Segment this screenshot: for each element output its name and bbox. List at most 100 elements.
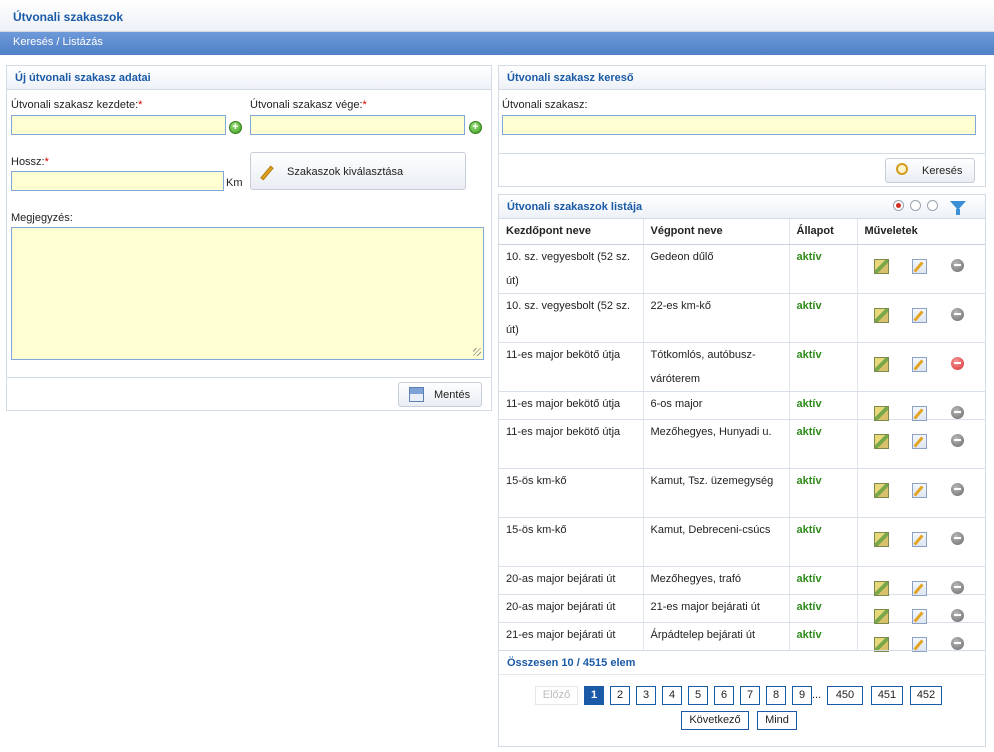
table-row: 10. sz. vegyesbolt (52 sz. út) 22-es km-k…: [499, 293, 985, 343]
cell-status: aktív: [789, 517, 858, 567]
search-field-label: Útvonali szakasz:: [502, 99, 588, 111]
delete-icon[interactable]: [950, 307, 964, 321]
pagination: Előző 1 2 3 4 5 6 7 8 9... 450 451 452 Következő Mind: [499, 677, 985, 737]
cell-end: Mezőhegyes, trafó: [643, 566, 790, 595]
cell-status: aktív: [789, 622, 858, 651]
cell-status: aktív: [789, 391, 858, 420]
breadcrumb: Keresés / Listázás: [0, 32, 994, 55]
list-panel: Útvonali szakaszok listája Kezdőpont nev…: [498, 194, 986, 747]
edit-icon[interactable]: [911, 482, 927, 498]
page-button-451[interactable]: 451: [871, 686, 903, 705]
edit-icon[interactable]: [911, 433, 927, 449]
delete-icon[interactable]: [950, 482, 964, 496]
cell-status: aktív: [789, 293, 858, 343]
save-button[interactable]: Mentés: [398, 382, 482, 407]
add-start-icon[interactable]: +: [229, 121, 242, 134]
cell-actions: [857, 468, 985, 518]
cell-actions: [857, 391, 985, 421]
map-icon[interactable]: [873, 531, 889, 547]
table-row: 11-es major bekötő útja 6-os major aktív: [499, 391, 985, 421]
length-label: Hossz:*: [11, 156, 49, 168]
delete-icon[interactable]: [950, 608, 964, 622]
cell-start: 11-es major bekötő útja: [499, 391, 644, 420]
cell-status: aktív: [789, 342, 858, 392]
page-button-2[interactable]: 2: [610, 686, 630, 705]
start-input[interactable]: [11, 115, 226, 135]
search-panel: Útvonali szakasz kereső Útvonali szakasz…: [498, 65, 986, 187]
magnifier-icon: [896, 163, 908, 175]
radio-filter-1[interactable]: [893, 200, 904, 211]
cell-end: Tótkomlós, autóbusz-váróterem: [643, 342, 790, 392]
col-end-header[interactable]: Végpont neve: [643, 219, 790, 245]
show-all-button[interactable]: Mind: [757, 711, 797, 730]
cell-end: 6-os major: [643, 391, 790, 420]
page-button-9[interactable]: 9: [792, 686, 812, 705]
cell-actions: [857, 517, 985, 567]
floppy-icon: [409, 387, 424, 402]
map-icon[interactable]: [873, 482, 889, 498]
cell-actions: [857, 594, 985, 624]
length-input[interactable]: [11, 171, 224, 191]
cell-start: 10. sz. vegyesbolt (52 sz. út): [499, 244, 644, 294]
delete-icon[interactable]: [950, 405, 964, 419]
app-header: Útvonali szakaszok: [0, 0, 994, 32]
radio-filter-3[interactable]: [927, 200, 938, 211]
search-button[interactable]: Keresés: [885, 158, 975, 183]
page-button-4[interactable]: 4: [662, 686, 682, 705]
map-icon[interactable]: [873, 356, 889, 372]
edit-icon[interactable]: [911, 307, 927, 323]
cell-end: Kamut, Debreceni-csúcs: [643, 517, 790, 567]
edit-icon[interactable]: [911, 258, 927, 274]
add-end-icon[interactable]: +: [469, 121, 482, 134]
prev-page-button: Előző: [535, 686, 578, 705]
search-button-label: Keresés: [922, 165, 963, 177]
note-textarea[interactable]: [11, 227, 484, 360]
map-icon[interactable]: [873, 433, 889, 449]
resize-grip-icon[interactable]: [473, 348, 481, 356]
cell-actions: [857, 566, 985, 596]
cell-status: aktív: [789, 468, 858, 518]
page-button-7[interactable]: 7: [740, 686, 760, 705]
breadcrumb-text[interactable]: Keresés / Listázás: [13, 36, 103, 48]
delete-icon[interactable]: [950, 356, 964, 370]
end-label: Útvonali szakasz vége:*: [250, 99, 367, 111]
search-input[interactable]: [502, 115, 976, 135]
cell-status: aktív: [789, 419, 858, 469]
table-row: 20-as major bejárati út Mezőhegyes, trafó…: [499, 566, 985, 596]
edit-icon[interactable]: [911, 531, 927, 547]
cell-status: aktív: [789, 566, 858, 595]
col-status-header[interactable]: Állapot: [789, 219, 858, 245]
page-button-3[interactable]: 3: [636, 686, 656, 705]
table-row: 15-ös km-kő Kamut, Debreceni-csúcs aktív: [499, 517, 985, 567]
table-row: 21-es major bejárati út Árpádtelep bejára…: [499, 622, 985, 652]
select-sections-button[interactable]: Szakaszok kiválasztása: [250, 152, 466, 190]
map-icon[interactable]: [873, 258, 889, 274]
col-actions-header: Műveletek: [857, 219, 985, 245]
next-page-button[interactable]: Következő: [681, 711, 749, 730]
col-start-header[interactable]: Kezdőpont neve: [499, 219, 644, 245]
page-button-1[interactable]: 1: [584, 686, 604, 705]
edit-icon[interactable]: [911, 356, 927, 372]
delete-icon[interactable]: [950, 636, 964, 650]
length-unit: Km: [226, 177, 243, 189]
list-panel-header: Útvonali szakaszok listája: [499, 195, 985, 219]
delete-icon[interactable]: [950, 258, 964, 272]
page-button-5[interactable]: 5: [688, 686, 708, 705]
page-title: Útvonali szakaszok: [13, 10, 124, 24]
page-button-8[interactable]: 8: [766, 686, 786, 705]
cell-start: 15-ös km-kő: [499, 517, 644, 567]
cell-status: aktív: [789, 244, 858, 294]
radio-filter-2[interactable]: [910, 200, 921, 211]
cell-status: aktív: [789, 594, 858, 623]
page-button-6[interactable]: 6: [714, 686, 734, 705]
table-row: 10. sz. vegyesbolt (52 sz. út) Gedeon dűl…: [499, 244, 985, 294]
page-button-452[interactable]: 452: [910, 686, 942, 705]
map-icon[interactable]: [873, 307, 889, 323]
end-input[interactable]: [250, 115, 465, 135]
delete-icon[interactable]: [950, 580, 964, 594]
delete-icon[interactable]: [950, 531, 964, 545]
delete-icon[interactable]: [950, 433, 964, 447]
filter-icon-stem: [956, 209, 960, 215]
new-section-panel: Új útvonali szakasz adatai Útvonali szak…: [6, 65, 492, 411]
page-button-450[interactable]: 450: [827, 686, 863, 705]
